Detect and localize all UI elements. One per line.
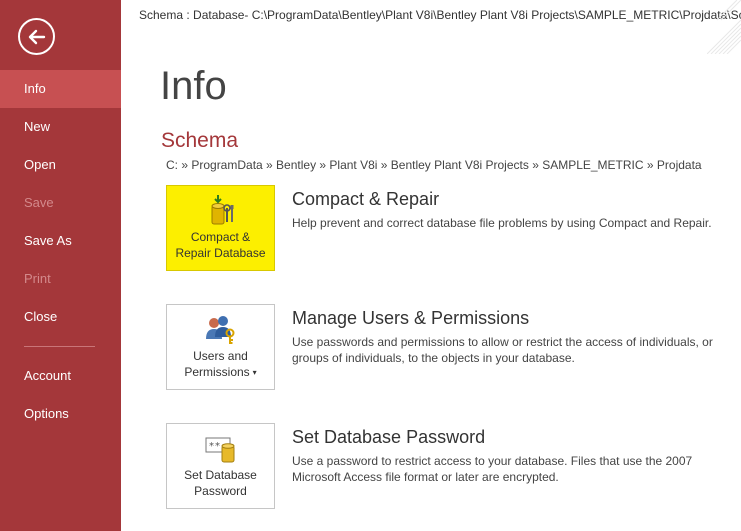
users-permissions-label: Users and Permissions ▾: [184, 348, 256, 381]
sidebar-item-options[interactable]: Options: [0, 395, 121, 433]
set-database-password-label-line1: Set Database: [184, 468, 257, 482]
sidebar-item-account[interactable]: Account: [0, 357, 121, 395]
compact-repair-title: Compact & Repair: [292, 189, 440, 209]
file-path-breadcrumb[interactable]: C: » ProgramData » Bentley » Plant V8i »…: [166, 158, 702, 172]
sidebar-item-info[interactable]: Info: [0, 70, 121, 108]
set-database-password-label: Set Database Password: [184, 467, 257, 499]
svg-text:*: *: [209, 441, 214, 452]
back-arrow-icon: [28, 29, 45, 44]
window-title-path: Schema : Database- C:\ProgramData\Bentle…: [139, 8, 741, 22]
compact-repair-description: Help prevent and correct database file p…: [292, 216, 712, 230]
compact-repair-label-line1: Compact &: [190, 230, 251, 244]
users-permissions-button[interactable]: Users and Permissions ▾: [166, 304, 275, 390]
sidebar-item-new[interactable]: New: [0, 108, 121, 146]
page-title: Info: [160, 64, 227, 108]
users-permissions-title: Manage Users & Permissions: [292, 308, 530, 328]
users-permissions-description: Use passwords and permissions to allow o…: [292, 335, 713, 365]
svg-text:*: *: [215, 441, 220, 452]
backstage-sidebar: Info New Open Save Save As Print Close A…: [0, 0, 121, 531]
users-permissions-label-line2: Permissions: [184, 365, 250, 379]
sidebar-item-open[interactable]: Open: [0, 146, 121, 184]
compact-repair-label-line2: Repair Database: [175, 246, 266, 260]
set-database-password-title: Set Database Password: [292, 427, 486, 447]
dropdown-arrow-icon: ▾: [252, 367, 257, 377]
users-permissions-label-line1: Users and: [193, 349, 248, 363]
sidebar-nav: Info New Open Save Save As Print Close A…: [0, 70, 121, 433]
compact-repair-icon: [206, 194, 236, 226]
sidebar-item-save-as[interactable]: Save As: [0, 222, 121, 260]
set-database-password-label-line2: Password: [194, 484, 247, 498]
sidebar-item-save: Save: [24, 195, 54, 210]
sidebar-divider: [24, 346, 95, 347]
sidebar-item-print: Print: [24, 271, 51, 286]
compact-repair-button[interactable]: Compact & Repair Database: [166, 185, 275, 271]
sidebar-item-close[interactable]: Close: [0, 298, 121, 336]
back-button[interactable]: [18, 18, 55, 55]
set-database-password-button[interactable]: * * Set Database Password: [166, 423, 275, 509]
users-icon: [204, 313, 238, 345]
corner-decoration: [707, 0, 741, 54]
database-name-heading: Schema: [161, 129, 239, 152]
compact-repair-label: Compact & Repair Database: [175, 229, 265, 261]
set-database-password-description: Use a password to restrict access to you…: [292, 454, 693, 484]
database-password-icon: * *: [204, 432, 238, 464]
